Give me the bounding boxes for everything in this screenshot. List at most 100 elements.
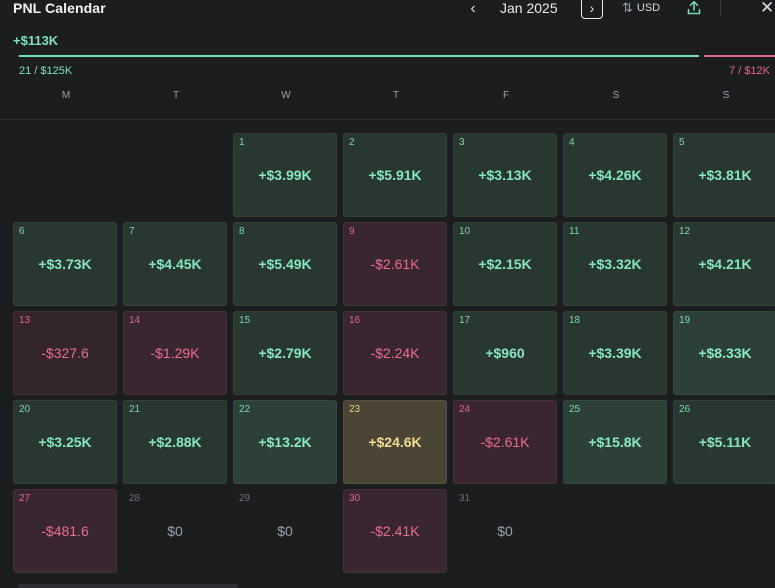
win-progress-bar <box>19 55 699 57</box>
close-icon[interactable]: ✕ <box>760 0 774 18</box>
day-cell[interactable]: 19 +$8.33K <box>673 311 775 395</box>
day-number: 21 <box>129 404 141 415</box>
day-pnl-value: +$4.45K <box>148 256 202 272</box>
day-cell[interactable]: 8 +$5.49K <box>233 222 337 306</box>
sort-arrows-icon: ⇅ <box>622 0 633 15</box>
day-cell[interactable]: 25 +$15.8K <box>563 400 667 484</box>
day-pnl-value: +$5.91K <box>368 167 422 183</box>
loss-days-count: 7 <box>729 65 736 77</box>
day-pnl-value: +$3.81K <box>698 167 752 183</box>
calendar-header: PNL Calendar ‹ Jan 2025 › ⇅ USD ✕ <box>0 0 775 20</box>
share-upload-icon[interactable] <box>686 0 702 16</box>
day-pnl-value: +$3.32K <box>588 256 642 272</box>
day-cell[interactable]: 30 -$2.41K <box>343 489 447 573</box>
day-cell[interactable]: 17 +$960 <box>453 311 557 395</box>
weekday-divider <box>0 119 775 120</box>
day-cell[interactable]: 7 +$4.45K <box>123 222 227 306</box>
day-cell[interactable]: 28 $0 <box>123 489 227 573</box>
weekday-label: S <box>612 90 620 101</box>
day-pnl-value: +$3.99K <box>258 167 312 183</box>
win-days-count: 21 <box>19 65 32 77</box>
loss-progress-bar <box>704 55 775 57</box>
next-month-button[interactable]: › <box>581 0 603 19</box>
day-pnl-value: -$1.29K <box>150 345 200 361</box>
day-number: 6 <box>19 226 25 237</box>
day-number: 20 <box>19 404 31 415</box>
chevron-right-icon: › <box>589 0 595 16</box>
day-number: 17 <box>459 315 471 326</box>
day-pnl-value: -$2.61K <box>480 434 530 450</box>
day-pnl-value: +$3.25K <box>38 434 92 450</box>
day-pnl-value: +$13.2K <box>258 434 312 450</box>
day-pnl-value: +$2.79K <box>258 345 312 361</box>
day-cell[interactable]: 22 +$13.2K <box>233 400 337 484</box>
day-cell[interactable]: 29 $0 <box>233 489 337 573</box>
day-cell[interactable]: 5 +$3.81K <box>673 133 775 217</box>
prev-month-button[interactable]: ‹ <box>463 0 483 19</box>
day-pnl-value: +$3.73K <box>38 256 92 272</box>
loss-amount: $12K <box>744 65 771 77</box>
day-cell[interactable]: 9 -$2.61K <box>343 222 447 306</box>
loss-summary: 7 / $12K <box>729 65 770 77</box>
day-number: 25 <box>569 404 581 415</box>
day-cell[interactable]: 15 +$2.79K <box>233 311 337 395</box>
currency-toggle[interactable]: ⇅ USD <box>622 0 660 16</box>
day-pnl-value: -$2.61K <box>370 256 420 272</box>
day-cell[interactable]: 26 +$5.11K <box>673 400 775 484</box>
win-summary: 21 / $125K <box>19 65 72 77</box>
horizontal-scrollbar[interactable] <box>18 584 238 588</box>
header-divider <box>720 0 721 16</box>
weekday-label: T <box>392 90 400 101</box>
day-cell[interactable]: 27 -$481.6 <box>13 489 117 573</box>
day-number: 19 <box>679 315 691 326</box>
day-number: 15 <box>239 315 251 326</box>
day-number: 5 <box>679 137 685 148</box>
weekday-label: S <box>722 90 730 101</box>
day-pnl-value: +$5.11K <box>698 434 752 450</box>
day-cell[interactable]: 1 +$3.99K <box>233 133 337 217</box>
day-pnl-value: $0 <box>167 523 183 539</box>
day-cell[interactable]: 12 +$4.21K <box>673 222 775 306</box>
day-cell[interactable]: 18 +$3.39K <box>563 311 667 395</box>
day-pnl-value: -$481.6 <box>41 523 89 539</box>
day-cell[interactable]: 31 $0 <box>453 489 557 573</box>
day-cell[interactable]: 10 +$2.15K <box>453 222 557 306</box>
day-pnl-value: +$2.15K <box>478 256 532 272</box>
chevron-left-icon: ‹ <box>470 0 476 17</box>
day-number: 22 <box>239 404 251 415</box>
day-cell[interactable]: 14 -$1.29K <box>123 311 227 395</box>
day-number: 9 <box>349 226 355 237</box>
day-number: 11 <box>569 226 580 237</box>
day-number: 26 <box>679 404 691 415</box>
day-cell[interactable]: 13 -$327.6 <box>13 311 117 395</box>
weekday-label: M <box>61 90 71 101</box>
day-cell[interactable]: 6 +$3.73K <box>13 222 117 306</box>
day-cell[interactable]: 2 +$5.91K <box>343 133 447 217</box>
day-number: 28 <box>129 493 141 504</box>
day-cell[interactable]: 23 +$24.6K <box>343 400 447 484</box>
day-cell[interactable]: 21 +$2.88K <box>123 400 227 484</box>
win-amount: $125K <box>40 65 73 77</box>
day-number: 12 <box>679 226 691 237</box>
day-number: 30 <box>349 493 361 504</box>
day-cell[interactable]: 24 -$2.61K <box>453 400 557 484</box>
weekday-label: T <box>172 90 180 101</box>
day-cell[interactable]: 3 +$3.13K <box>453 133 557 217</box>
day-number: 2 <box>349 137 355 148</box>
day-pnl-value: +$3.39K <box>588 345 642 361</box>
day-pnl-value: +$2.88K <box>148 434 202 450</box>
day-pnl-value: +$3.13K <box>478 167 532 183</box>
day-pnl-value: $0 <box>497 523 513 539</box>
day-cell[interactable]: 20 +$3.25K <box>13 400 117 484</box>
loss-separator: / <box>738 65 742 77</box>
day-number: 3 <box>459 137 465 148</box>
day-number: 10 <box>459 226 471 237</box>
day-cell[interactable]: 4 +$4.26K <box>563 133 667 217</box>
weekday-label: W <box>281 90 291 101</box>
day-pnl-value: +$4.21K <box>698 256 752 272</box>
total-pnl: +$113K <box>13 33 59 48</box>
day-number: 24 <box>459 404 471 415</box>
day-cell[interactable]: 11 +$3.32K <box>563 222 667 306</box>
day-number: 13 <box>19 315 31 326</box>
day-cell[interactable]: 16 -$2.24K <box>343 311 447 395</box>
